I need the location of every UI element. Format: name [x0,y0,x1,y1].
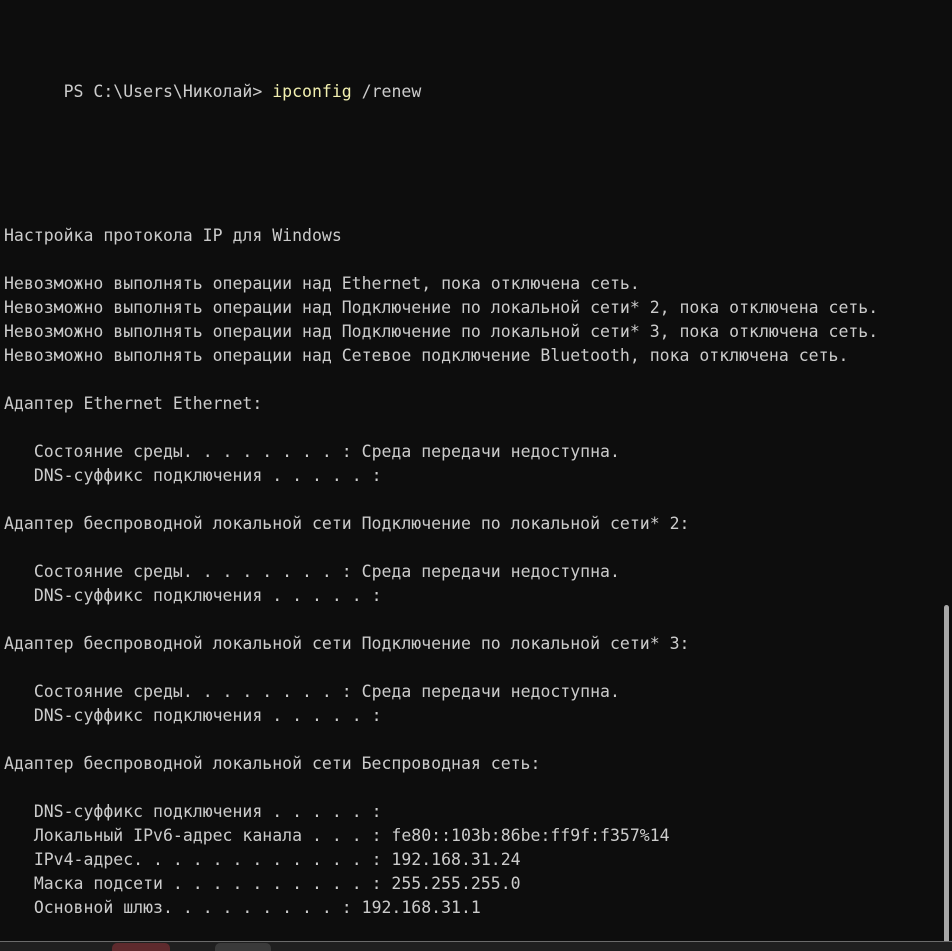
console-line: Основной шлюз. . . . . . . . . : 192.168… [4,898,481,917]
console-line: Невозможно выполнять операции над Сетево… [4,346,849,365]
console-line: Локальный IPv6-адрес канала . . . : fe80… [4,826,670,845]
console-line: Невозможно выполнять операции над Подклю… [4,298,879,317]
console-line: DNS-суффикс подключения . . . . . : [4,466,382,485]
secondary-button[interactable] [215,943,271,951]
console-line: Маска подсети . . . . . . . . . . : 255.… [4,874,521,893]
console-line: Невозможно выполнять операции над Ethern… [4,274,640,293]
powershell-terminal-window[interactable]: PS C:\Users\Николай> ipconfig /renew Нас… [0,0,952,951]
vertical-scrollbar-thumb[interactable] [944,605,949,951]
console-line: Состояние среды. . . . . . . . : Среда п… [4,442,620,461]
console-output[interactable]: PS C:\Users\Николай> ipconfig /renew Нас… [4,0,940,951]
console-line: Настройка протокола IP для Windows [4,226,342,245]
console-line: DNS-суффикс подключения . . . . . : [4,586,382,605]
prompt-command: ipconfig [272,82,352,101]
vertical-scrollbar-track[interactable] [942,0,952,951]
console-line: IPv4-адрес. . . . . . . . . . . . : 192.… [4,850,521,869]
prompt-prefix: PS C:\Users\Николай> [63,82,273,101]
console-line: Адаптер Ethernet Ethernet: [4,394,263,413]
console-line: DNS-суффикс подключения . . . . . : [4,802,382,821]
console-line: Адаптер беспроводной локальной сети Бесп… [4,754,541,773]
console-line: Адаптер беспроводной локальной сети Подк… [4,634,690,653]
console-line: Невозможно выполнять операции над Подклю… [4,322,879,341]
console-line: DNS-суффикс подключения . . . . . : [4,706,382,725]
record-button[interactable] [112,943,170,951]
console-line: Адаптер беспроводной локальной сети Подк… [4,514,690,533]
console-lines: Настройка протокола IP для Windows Невоз… [4,200,940,951]
console-line: Состояние среды. . . . . . . . : Среда п… [4,682,620,701]
console-line: Состояние среды. . . . . . . . : Среда п… [4,562,620,581]
prompt-line: PS C:\Users\Николай> ipconfig /renew [4,56,940,128]
bottom-bar [0,942,952,951]
prompt-args: /renew [351,82,422,101]
